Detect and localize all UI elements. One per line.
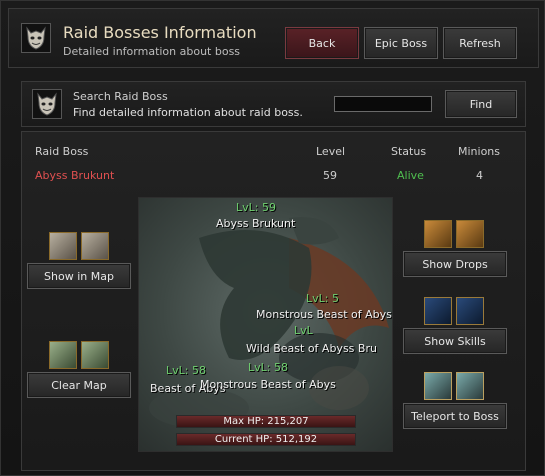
- boss-status: Alive: [397, 169, 424, 182]
- search-subtitle: Find detailed information about raid bos…: [73, 106, 303, 119]
- header-panel: Raid Bosses Information Detailed informa…: [8, 8, 539, 68]
- minion-level-label: LvL: 58: [166, 364, 206, 377]
- search-panel: Search Raid Boss Find detailed informati…: [21, 81, 526, 127]
- minion-name-label: Monstrous Beast of Abys: [256, 308, 392, 321]
- minion-level-label: LvL: 58: [248, 361, 288, 374]
- raid-bosses-window: Raid Bosses Information Detailed informa…: [0, 0, 545, 476]
- character-icon: [49, 341, 77, 369]
- minion-level-label: LvL: [294, 324, 313, 337]
- back-button[interactable]: Back: [285, 27, 359, 59]
- epic-boss-button[interactable]: Epic Boss: [364, 27, 438, 59]
- minion-name-label: Monstrous Beast of Abys: [200, 378, 336, 391]
- search-title: Search Raid Boss: [73, 90, 168, 103]
- page-subtitle: Detailed information about boss: [63, 45, 241, 58]
- refresh-button[interactable]: Refresh: [443, 27, 517, 59]
- teleport-icon: [424, 372, 452, 400]
- show-in-map-button[interactable]: Show in Map: [27, 263, 131, 289]
- find-button[interactable]: Find: [445, 90, 517, 118]
- col-header-raid-boss: Raid Boss: [35, 145, 89, 158]
- max-hp-bar: Max HP: 215,207: [176, 415, 356, 428]
- minion-name-label: Wild Beast of Abyss Bru: [246, 342, 377, 355]
- chest-icon: [456, 220, 484, 248]
- boss-minions: 4: [476, 169, 483, 182]
- show-drops-button[interactable]: Show Drops: [403, 251, 507, 277]
- col-header-minions: Minions: [458, 145, 501, 158]
- character-icon: [81, 341, 109, 369]
- teleport-to-boss-button[interactable]: Teleport to Boss: [403, 403, 507, 429]
- search-input[interactable]: [334, 96, 432, 112]
- demon-mask-icon: [32, 89, 62, 119]
- dragon-illustration: [149, 217, 389, 428]
- boss-name: Abyss Brukunt: [35, 169, 115, 182]
- boss-level: 59: [323, 169, 337, 182]
- page-title: Raid Bosses Information: [63, 23, 257, 42]
- chest-icon: [424, 220, 452, 248]
- demon-mask-icon: [21, 23, 51, 53]
- map-icon: [49, 232, 77, 260]
- boss-name-label: Abyss Brukunt: [216, 217, 296, 230]
- col-header-level: Level: [316, 145, 346, 158]
- boss-preview-image: LvL: 59 Abyss Brukunt LvL: 5 Monstrous B…: [138, 197, 393, 452]
- map-icon: [81, 232, 109, 260]
- skill-icon: [456, 297, 484, 325]
- teleport-icon: [456, 372, 484, 400]
- skill-icon: [424, 297, 452, 325]
- current-hp-bar: Current HP: 512,192: [176, 433, 356, 446]
- col-header-status: Status: [391, 145, 427, 158]
- boss-level-label: LvL: 59: [236, 201, 276, 214]
- show-skills-button[interactable]: Show Skills: [403, 328, 507, 354]
- clear-map-button[interactable]: Clear Map: [27, 372, 131, 398]
- minion-level-label: LvL: 5: [306, 292, 339, 305]
